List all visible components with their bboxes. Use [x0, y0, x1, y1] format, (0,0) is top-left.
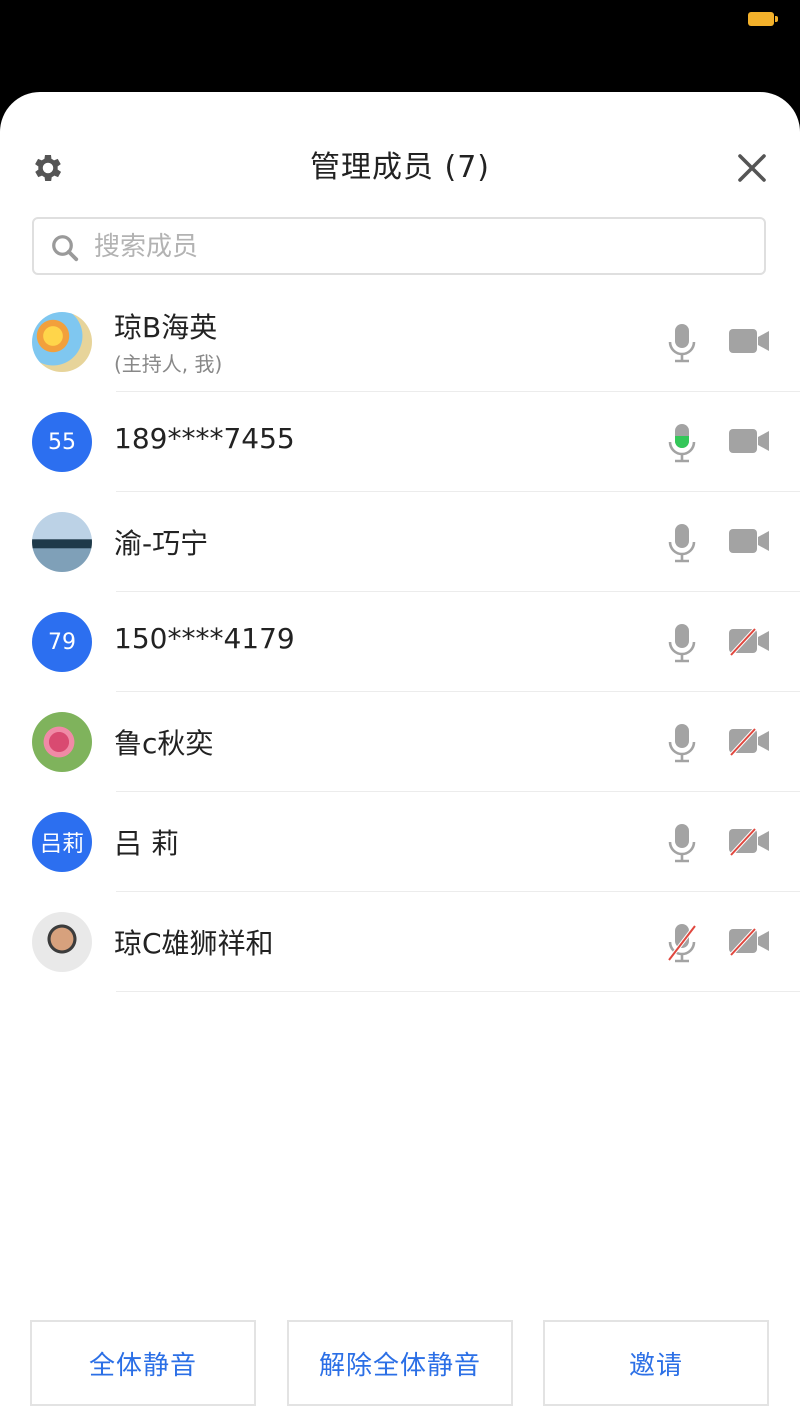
- list-item[interactable]: 79 150****4179: [0, 592, 800, 692]
- list-item[interactable]: 55 189****7455: [0, 392, 800, 492]
- status-bar: [0, 0, 800, 92]
- invite-button[interactable]: 邀请: [543, 1320, 769, 1406]
- microphone-icon[interactable]: [666, 322, 698, 364]
- member-name: 鲁c秋奕: [114, 727, 214, 760]
- avatar: 79: [32, 612, 92, 672]
- avatar: 55: [32, 412, 92, 472]
- member-list: 琼B海英 (主持人, 我) 55 189****7455 渝-巧宁 79 150…: [0, 292, 800, 992]
- avatar: [32, 512, 92, 572]
- member-role: (主持人, 我): [114, 352, 223, 376]
- microphone-icon[interactable]: [666, 722, 698, 764]
- microphone-speaking-icon[interactable]: [666, 422, 698, 464]
- avatar: 吕莉: [32, 812, 92, 872]
- search-icon: [52, 235, 79, 262]
- mute-all-button[interactable]: 全体静音: [30, 1320, 256, 1406]
- list-item[interactable]: 琼C雄狮祥和: [0, 892, 800, 992]
- camera-off-icon[interactable]: [728, 626, 770, 656]
- camera-off-icon[interactable]: [728, 726, 770, 756]
- action-bar: 全体静音 解除全体静音 邀请: [0, 1320, 800, 1406]
- member-name: 琼B海英: [114, 311, 218, 344]
- camera-off-icon[interactable]: [728, 826, 770, 856]
- manage-members-panel: 管理成员 (7) 琼B海英 (主持人, 我): [0, 92, 800, 1422]
- search-input[interactable]: [92, 219, 756, 275]
- microphone-icon[interactable]: [666, 522, 698, 564]
- page-title: 管理成员 (7): [309, 150, 491, 185]
- member-name: 189****7455: [114, 422, 295, 455]
- member-name: 琼C雄狮祥和: [114, 927, 274, 960]
- member-name: 吕 莉: [114, 827, 179, 860]
- list-item[interactable]: 鲁c秋奕: [0, 692, 800, 792]
- search-box[interactable]: [32, 217, 766, 275]
- microphone-icon[interactable]: [666, 822, 698, 864]
- close-icon[interactable]: [734, 150, 770, 186]
- avatar: [32, 312, 92, 372]
- member-name: 渝-巧宁: [114, 527, 209, 560]
- list-item[interactable]: 琼B海英 (主持人, 我): [0, 292, 800, 392]
- avatar: [32, 912, 92, 972]
- unmute-all-button[interactable]: 解除全体静音: [287, 1320, 513, 1406]
- avatar: [32, 712, 92, 772]
- camera-icon[interactable]: [728, 326, 770, 356]
- battery-icon: [748, 12, 778, 26]
- microphone-off-icon[interactable]: [666, 922, 698, 964]
- camera-icon[interactable]: [728, 526, 770, 556]
- camera-icon[interactable]: [728, 426, 770, 456]
- member-name: 150****4179: [114, 622, 295, 655]
- list-item[interactable]: 吕莉 吕 莉: [0, 792, 800, 892]
- microphone-icon[interactable]: [666, 622, 698, 664]
- list-item[interactable]: 渝-巧宁: [0, 492, 800, 592]
- camera-off-icon[interactable]: [728, 926, 770, 956]
